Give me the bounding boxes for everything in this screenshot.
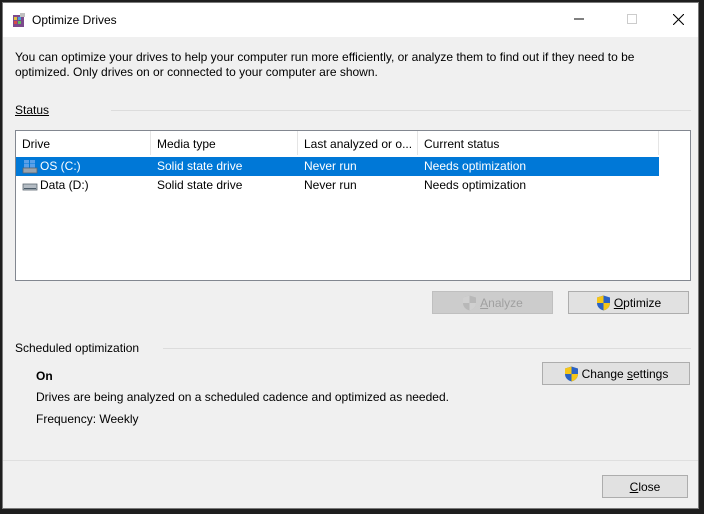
status-divider <box>111 110 691 111</box>
dialog-footer <box>3 460 698 508</box>
scheduled-group-label: Scheduled optimization <box>15 341 140 355</box>
drive-name: Data (D:) <box>40 178 89 192</box>
schedule-state: On <box>36 369 53 383</box>
drives-list-header: Drive Media type Last analyzed or o... C… <box>16 131 690 155</box>
change-settings-label-end: ettings <box>633 366 669 381</box>
schedule-description: Drives are being analyzed on a scheduled… <box>36 390 449 404</box>
column-header-drive[interactable]: Drive <box>16 131 151 155</box>
close-label: Close <box>630 480 661 494</box>
drive-name: OS (C:) <box>40 159 81 173</box>
maximize-icon <box>627 14 637 24</box>
change-settings-button[interactable]: Change settings <box>542 362 690 385</box>
drive-row-c[interactable]: OS (C:) Solid state drive Never run Need… <box>16 157 659 176</box>
title-bar[interactable]: Optimize Drives <box>3 3 698 37</box>
change-settings-label-start: Change <box>581 366 627 381</box>
drive-current-status: Needs optimization <box>424 159 527 173</box>
change-settings-label: Change settings <box>582 367 669 381</box>
analyze-access-key: A <box>480 295 489 310</box>
close-window-button[interactable] <box>655 3 701 35</box>
uac-shield-icon <box>564 366 578 381</box>
optimize-label-rest: ptimize <box>623 295 662 310</box>
optimize-access-key: O <box>613 295 624 310</box>
drive-media-type: Solid state drive <box>157 178 243 192</box>
drive-last-analyzed: Never run <box>304 178 357 192</box>
drive-last-analyzed: Never run <box>304 159 357 173</box>
optimize-label: Optimize <box>614 296 661 310</box>
status-group-label: Status <box>15 103 49 117</box>
schedule-frequency: Frequency: Weekly <box>36 412 139 426</box>
drive-current-status: Needs optimization <box>424 178 527 192</box>
close-label-rest: lose <box>638 479 661 494</box>
maximize-button[interactable] <box>609 3 655 35</box>
column-header-current-status[interactable]: Current status <box>418 131 659 155</box>
column-header-last-analyzed[interactable]: Last analyzed or o... <box>298 131 418 155</box>
close-icon <box>672 13 684 25</box>
close-button[interactable]: Close <box>602 475 688 498</box>
analyze-label-rest: nalyze <box>488 295 523 310</box>
defrag-app-icon <box>13 13 25 27</box>
uac-shield-icon <box>596 295 610 310</box>
optimize-drives-window: Optimize Drives You can optimize your dr… <box>2 2 699 509</box>
uac-shield-icon <box>463 295 477 310</box>
window-title: Optimize Drives <box>32 13 117 27</box>
optimize-button[interactable]: Optimize <box>568 291 689 314</box>
column-header-media-type[interactable]: Media type <box>151 131 298 155</box>
drive-media-type: Solid state drive <box>157 159 243 173</box>
drive-row-d[interactable]: Data (D:) Solid state drive Never run Ne… <box>16 176 659 195</box>
minimize-button[interactable] <box>556 3 602 35</box>
drives-list[interactable]: Drive Media type Last analyzed or o... C… <box>15 130 691 281</box>
intro-text: You can optimize your drives to help you… <box>15 50 635 79</box>
scheduled-divider <box>163 348 691 349</box>
status-label-text: Status <box>15 103 50 117</box>
analyze-label: Analyze <box>480 296 523 310</box>
minimize-icon <box>574 18 584 20</box>
analyze-button[interactable]: Analyze <box>432 291 553 314</box>
